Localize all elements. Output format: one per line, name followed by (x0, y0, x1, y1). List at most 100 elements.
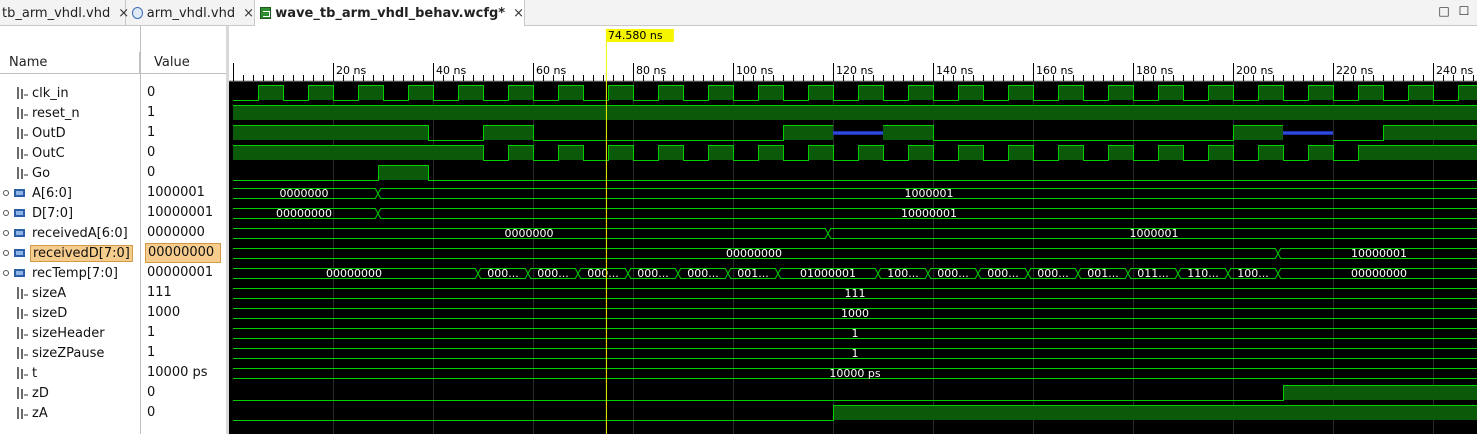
signal-name: zA (32, 405, 48, 421)
signal-value: 10000001 (147, 205, 214, 220)
signal-name: OutD (32, 125, 66, 141)
signal-row[interactable]: sizeA (0, 283, 140, 303)
bit-high-fill (433, 145, 458, 160)
expand-icon[interactable] (3, 230, 9, 236)
signal-name: D[7:0] (32, 205, 74, 221)
waveform-canvas[interactable]: 20 ns 40 ns 60 ns 80 ns 100 ns 120 ns 140 ns 16… (229, 26, 1477, 434)
expand-icon[interactable] (3, 190, 9, 196)
signal-row[interactable]: D[7:0] (0, 203, 140, 223)
ruler-tick-label: 200 ns (1236, 64, 1273, 77)
tab-label: arm_vhdl.vhd (146, 5, 236, 21)
bit-high-fill (1208, 85, 1233, 100)
signal-name: sizeA (32, 285, 67, 301)
signal-row[interactable]: clk_in (0, 83, 140, 103)
maximize-icon[interactable]: ☐ (1458, 5, 1470, 17)
signal-name: receivedA[6:0] (32, 225, 128, 241)
signal-value: 00000000 (145, 243, 221, 263)
bit-high-fill (333, 145, 358, 160)
bit-high-fill (1258, 85, 1283, 100)
tab-tb-arm-vhdl[interactable]: tb_arm_vhdl.vhd × (0, 0, 129, 26)
expand-icon[interactable] (3, 270, 9, 276)
bit-high-fill (1458, 145, 1477, 160)
signal-value: 1 (147, 105, 156, 120)
signal-row[interactable]: receivedD[7:0] (0, 243, 140, 263)
bit-high-fill (858, 85, 883, 100)
signal-row[interactable]: receivedA[6:0] (0, 223, 140, 243)
signal-row[interactable]: zA (0, 403, 140, 423)
signal-row[interactable]: sizeZPause (0, 343, 140, 363)
editor-tab-bar: tb_arm_vhdl.vhd × arm_vhdl.vhd × wave_tb… (0, 0, 1477, 26)
signal-row[interactable]: recTemp[7:0] (0, 263, 140, 283)
bit-high-fill (908, 145, 933, 160)
close-icon[interactable]: × (513, 6, 524, 21)
bit-high-fill (1108, 85, 1133, 100)
signal-value: 00000001 (147, 265, 214, 280)
bit-high-fill (1358, 145, 1383, 160)
bus-value-label: 001... (737, 267, 769, 280)
bus-value-label: 111 (845, 287, 866, 300)
restore-icon[interactable]: □ (1438, 5, 1450, 17)
bit-high-fill (658, 145, 683, 160)
signal-row[interactable]: zD (0, 383, 140, 403)
bus-value-label: 000... (637, 267, 669, 280)
bit-high-fill (1058, 85, 1083, 100)
bit-high-fill (358, 85, 383, 100)
bit-high-fill (608, 85, 633, 100)
bus-value-label: 00000000 (1351, 267, 1407, 280)
signal-name: sizeD (32, 305, 68, 321)
signal-name: receivedD[7:0] (30, 244, 133, 262)
bus-value-label: 10000001 (901, 207, 957, 220)
signal-row[interactable]: reset_n (0, 103, 140, 123)
name-column-header[interactable]: Name (0, 52, 140, 74)
bit-high-fill (858, 145, 883, 160)
bit-high-fill (1283, 385, 1477, 400)
bus-value-label: 000... (587, 267, 619, 280)
bit-high-fill (958, 145, 983, 160)
bit-high-fill (508, 145, 533, 160)
ruler-tick-label: 60 ns (536, 64, 566, 77)
column-splitter[interactable] (140, 26, 141, 434)
signal-row[interactable]: sizeD (0, 303, 140, 323)
signal-value: 0 (147, 145, 156, 160)
bus-value-label: 0000000 (505, 227, 554, 240)
signal-row[interactable]: Go (0, 163, 140, 183)
bit-high-fill (1108, 145, 1133, 160)
signal-value: 0 (147, 165, 156, 180)
signal-value: 0 (147, 385, 156, 400)
bit-high-fill (283, 145, 308, 160)
bus-value-label: 00000000 (276, 207, 332, 220)
bit-high-fill (408, 145, 433, 160)
signal-name: sizeZPause (32, 345, 105, 361)
bit-high-fill (708, 85, 733, 100)
tab-arm-vhdl[interactable]: arm_vhdl.vhd × (126, 0, 255, 26)
signal-value: 1000001 (147, 185, 205, 200)
bit-high-fill (1308, 85, 1333, 100)
signal-value: 1 (147, 345, 156, 360)
value-column-header[interactable]: Value (141, 52, 226, 74)
close-icon[interactable]: × (243, 6, 254, 21)
signal-row[interactable]: sizeHeader (0, 323, 140, 343)
expand-icon[interactable] (3, 250, 9, 256)
bit-high-fill (708, 145, 733, 160)
bus-value-label: 110... (1187, 267, 1219, 280)
signal-name: t (32, 365, 38, 381)
bus-value-label: 000... (487, 267, 519, 280)
signal-value-list: 0 1 1 0 0 1000001 10000001 0000000 00000000 00000… (141, 74, 226, 434)
bit-high-fill (308, 85, 333, 100)
header-spacer (0, 26, 226, 52)
tab-wave-config[interactable]: wave_tb_arm_vhdl_behav.wcfg* × (255, 0, 525, 26)
signal-name: clk_in (32, 85, 69, 101)
signal-row[interactable]: OutD (0, 123, 140, 143)
signal-row[interactable]: OutC (0, 143, 140, 163)
signal-name: reset_n (32, 105, 80, 121)
bus-value-label: 000... (987, 267, 1019, 280)
signal-row[interactable]: t (0, 363, 140, 383)
bit-high-fill (1008, 85, 1033, 100)
bus-value-label: 0000000 (280, 187, 329, 200)
bit-high-fill (458, 145, 483, 160)
ruler-tick-label: 100 ns (736, 64, 773, 77)
ruler-tick-label: 220 ns (1336, 64, 1373, 77)
expand-icon[interactable] (3, 210, 9, 216)
signal-row[interactable]: A[6:0] (0, 183, 140, 203)
signal-name: Go (32, 165, 51, 181)
